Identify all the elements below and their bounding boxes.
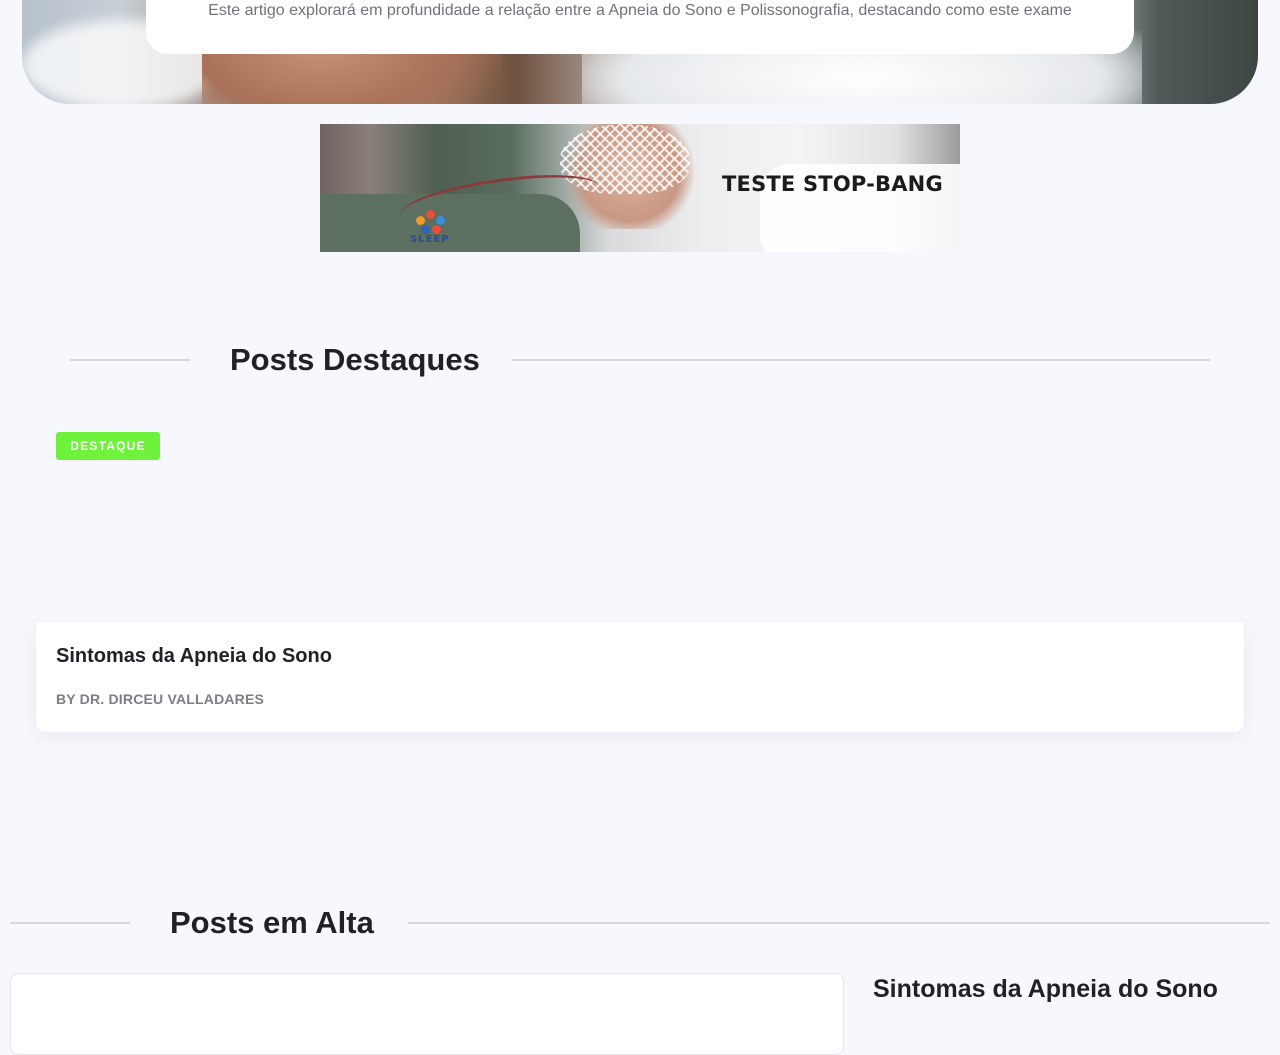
divider-line — [70, 359, 190, 361]
post-author[interactable]: BY DR. DIRCEU VALLADARES — [56, 691, 264, 707]
trending-post-title[interactable]: Sintomas da Apneia do Sono — [873, 975, 1218, 1004]
post-title[interactable]: Sintomas da Apneia do Sono — [56, 645, 332, 668]
trending-post-card[interactable] — [10, 973, 844, 1055]
divider-line — [10, 922, 130, 924]
featured-badge[interactable]: DESTAQUE — [56, 432, 160, 460]
hero-excerpt: Este artigo explorará em profundidade a … — [208, 2, 1072, 19]
trending-section-title: Posts em Alta — [170, 905, 374, 940]
featured-post-card[interactable]: Sintomas da Apneia do Sono BY DR. DIRCEU… — [36, 622, 1244, 732]
sleep-logo-text: SLEEP — [410, 234, 450, 245]
divider-line — [512, 359, 1210, 361]
divider-line — [408, 922, 1270, 924]
featured-section-title: Posts Destaques — [230, 342, 480, 377]
banner-text: TESTE STOP-BANG — [722, 172, 943, 196]
sleep-logo-icon — [408, 210, 456, 252]
stop-bang-banner[interactable]: SLEEP TESTE STOP-BANG — [320, 124, 960, 252]
hero-card[interactable]: Este artigo explorará em profundidade a … — [146, 0, 1134, 54]
